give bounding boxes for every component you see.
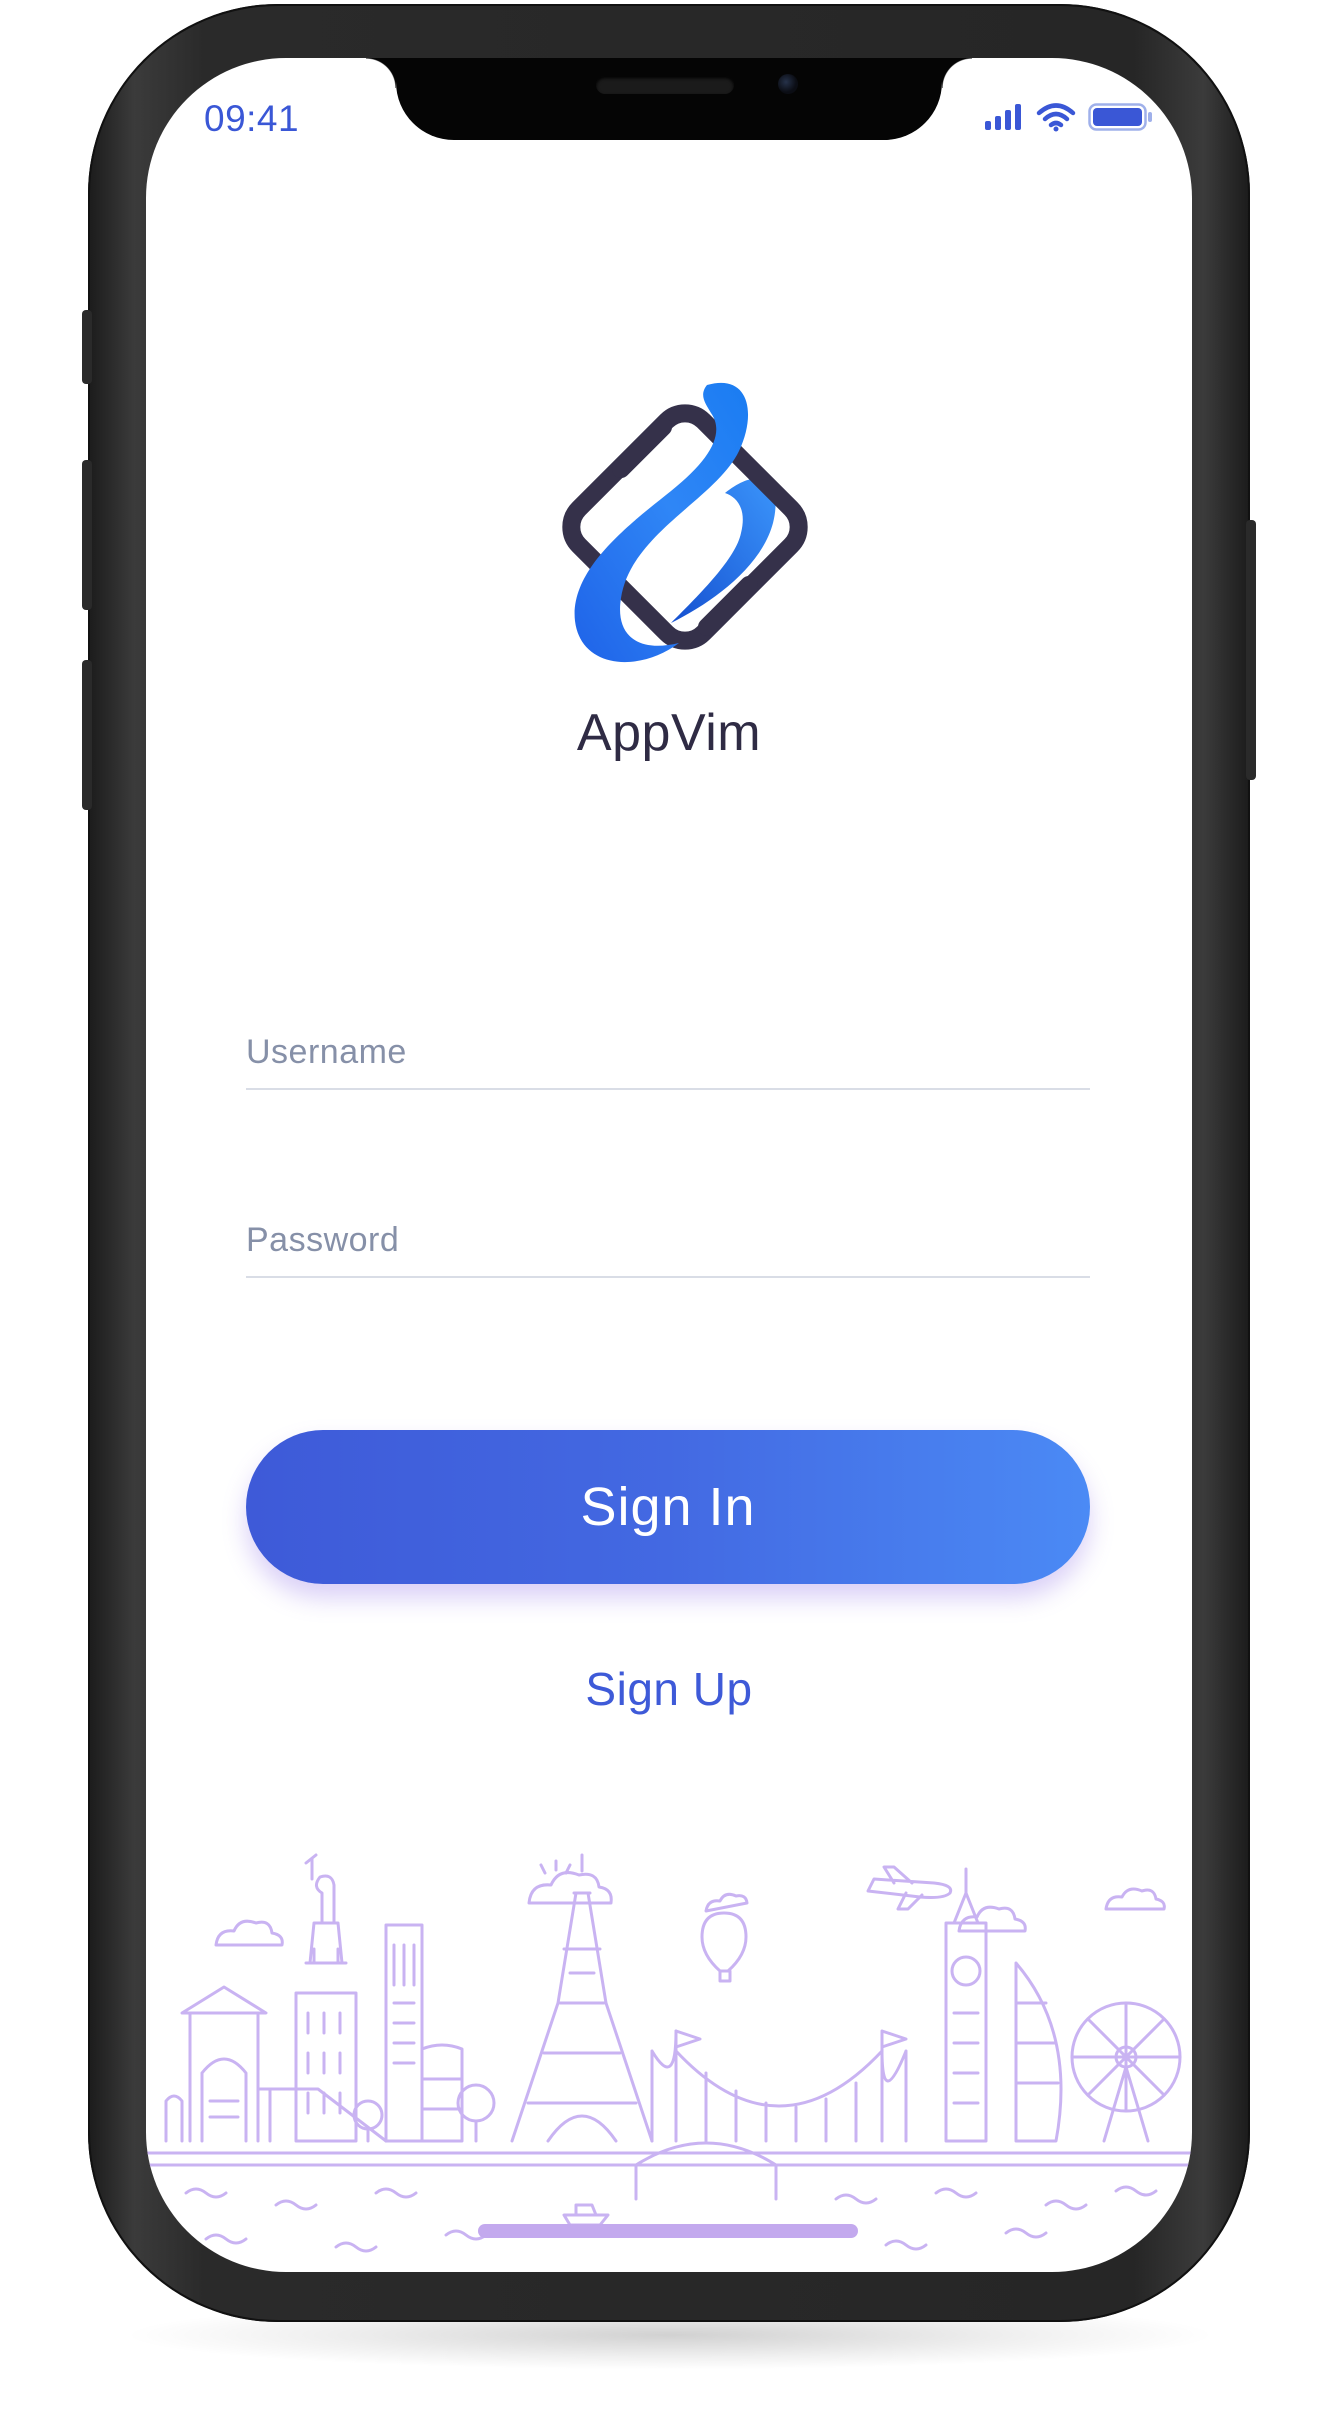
sign-in-button[interactable]: Sign In bbox=[246, 1430, 1090, 1584]
password-input[interactable] bbox=[246, 1221, 1090, 1260]
earpiece-speaker bbox=[596, 76, 734, 94]
app-name: AppVim bbox=[576, 704, 762, 762]
stage: 09:41 AppVim Username Sign In Sign Up bbox=[0, 0, 1343, 2421]
username-input[interactable] bbox=[246, 1033, 1090, 1072]
appvim-logo-icon bbox=[511, 373, 827, 689]
home-indicator[interactable] bbox=[478, 2224, 858, 2238]
front-camera bbox=[778, 74, 798, 94]
screen: 09:41 AppVim Username Sign In Sign Up bbox=[146, 58, 1192, 2272]
password-field bbox=[246, 1194, 1090, 1278]
battery-icon bbox=[1088, 103, 1152, 131]
notch bbox=[366, 58, 942, 140]
wifi-icon bbox=[1036, 103, 1076, 132]
username-field bbox=[246, 1006, 1090, 1090]
volume-up-button bbox=[82, 460, 92, 610]
signal-icon bbox=[985, 104, 1021, 130]
volume-down-button bbox=[82, 660, 92, 810]
sign-up-link[interactable]: Sign Up bbox=[146, 1662, 1192, 1716]
status-time: 09:41 bbox=[204, 98, 300, 139]
city-skyline-illustration bbox=[146, 1853, 1192, 2253]
status-icons bbox=[984, 102, 1154, 132]
silent-switch bbox=[82, 310, 92, 384]
power-button bbox=[1246, 520, 1256, 780]
